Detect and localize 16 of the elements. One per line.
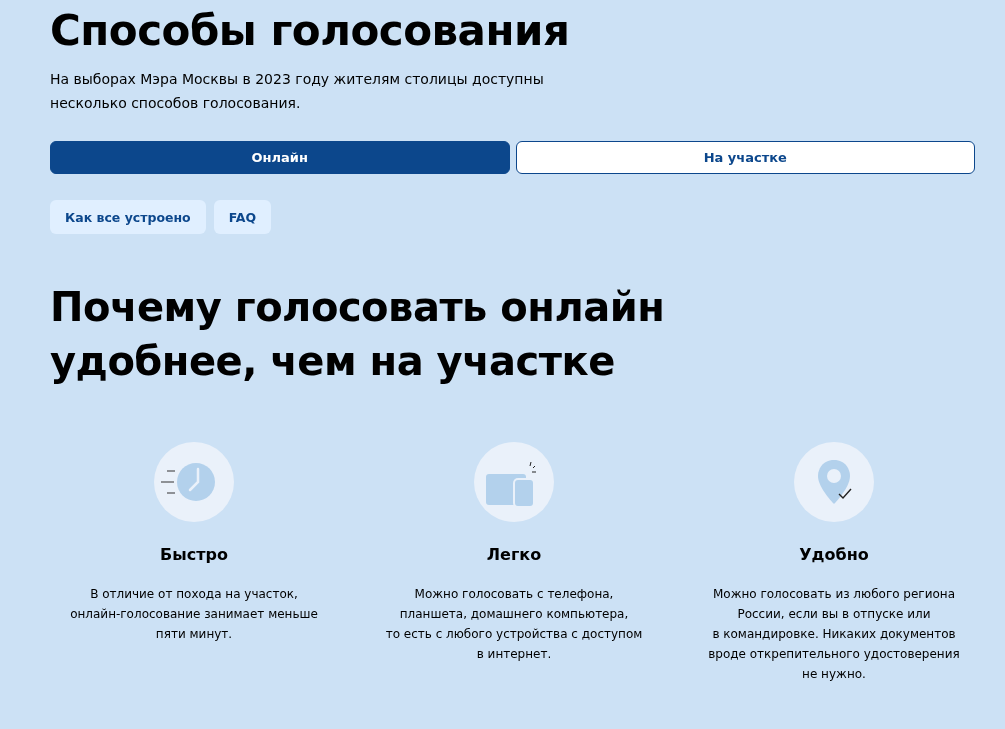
- section-link-button[interactable]: Как все устроено: [50, 200, 206, 234]
- voting-method-tab[interactable]: На участке: [515, 141, 975, 174]
- clock-icon: [154, 442, 234, 522]
- section-link-button[interactable]: FAQ: [213, 200, 272, 234]
- voting-method-tab[interactable]: Онлайн: [50, 141, 510, 174]
- intro-text: На выборах Мэра Москвы в 2023 году жителям столицы доступны несколько способов голосования.: [50, 70, 545, 113]
- feature-title: Удобно: [799, 545, 869, 564]
- page-title: Способы голосования: [50, 5, 571, 56]
- feature-title: Быстро: [160, 545, 228, 564]
- devices-icon: [474, 442, 554, 522]
- feature-title: Легко: [486, 545, 542, 564]
- feature-description: Можно голосовать с телефона, планшета, домашнего компьютера, то есть с любого устройства с доступом в интернет.: [385, 586, 643, 663]
- feature-description: В отличие от похода на участок, онлайн-голосование занимает меньше пяти минут.: [70, 586, 318, 643]
- section-title: Почему голосовать онлайн удобнее, чем на участке: [50, 283, 666, 386]
- location-pin-icon: [794, 442, 874, 522]
- feature-description: Можно голосовать из любого региона России, если вы в отпуске или в командировке. Никаких документов вроде открепительного удостоверения не нужно.: [708, 586, 960, 683]
